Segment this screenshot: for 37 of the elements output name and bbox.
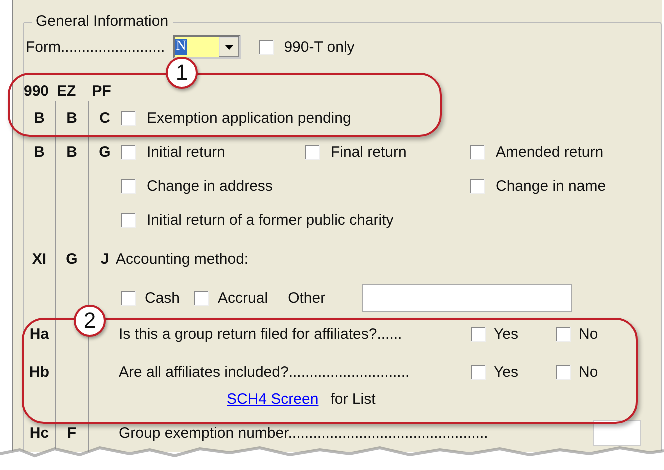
question-text: Is this a group return filed for affiliates?......: [119, 326, 404, 342]
column-header: 990: [24, 82, 50, 100]
checkbox-label: Initial return: [147, 144, 226, 160]
checkbox-label: Yes: [494, 364, 518, 380]
checkbox-label: Amended return: [496, 144, 604, 160]
field-label: Group exemption number................................................: [119, 424, 490, 442]
line-code: Hb: [24, 353, 56, 391]
column-header: PF: [92, 82, 112, 100]
link-caption: for List: [330, 391, 376, 408]
screen-link[interactable]: SCH4 Screen: [227, 391, 319, 408]
line-code: B: [24, 135, 56, 169]
question-text: Are all affiliates included?.............................: [119, 364, 411, 380]
line-code: C: [98, 108, 112, 128]
line-code: B: [24, 101, 56, 135]
dropdown-value: N: [175, 39, 188, 55]
checkbox-label: Accrual: [218, 290, 268, 306]
line-code: Ha: [24, 315, 56, 353]
field-label: Form.........................: [26, 38, 166, 56]
line-code: B: [56, 135, 89, 169]
form-dropdown[interactable]: N: [173, 35, 242, 59]
line-code: B: [56, 101, 89, 135]
column-header: EZ: [57, 82, 76, 100]
section-label: Accounting method:: [116, 250, 249, 268]
checkbox-label: Exemption application pending: [147, 110, 352, 126]
checkbox-label: Yes: [494, 326, 518, 342]
line-code: G: [56, 237, 89, 281]
checkbox-label: Change in address: [147, 178, 273, 194]
line-code: XI: [24, 237, 56, 281]
checkbox-label: No: [579, 364, 598, 380]
checkbox-label: Cash: [145, 290, 180, 306]
checkbox-label: Change in name: [496, 178, 606, 194]
field-label: Other: [288, 290, 326, 306]
checkbox-label: Final return: [331, 144, 407, 160]
checkbox-label: Initial return of a former public charity: [147, 212, 394, 228]
checkbox-label: 990-T only: [284, 38, 355, 56]
line-code: G: [98, 142, 112, 162]
checkbox-label: No: [579, 326, 598, 342]
